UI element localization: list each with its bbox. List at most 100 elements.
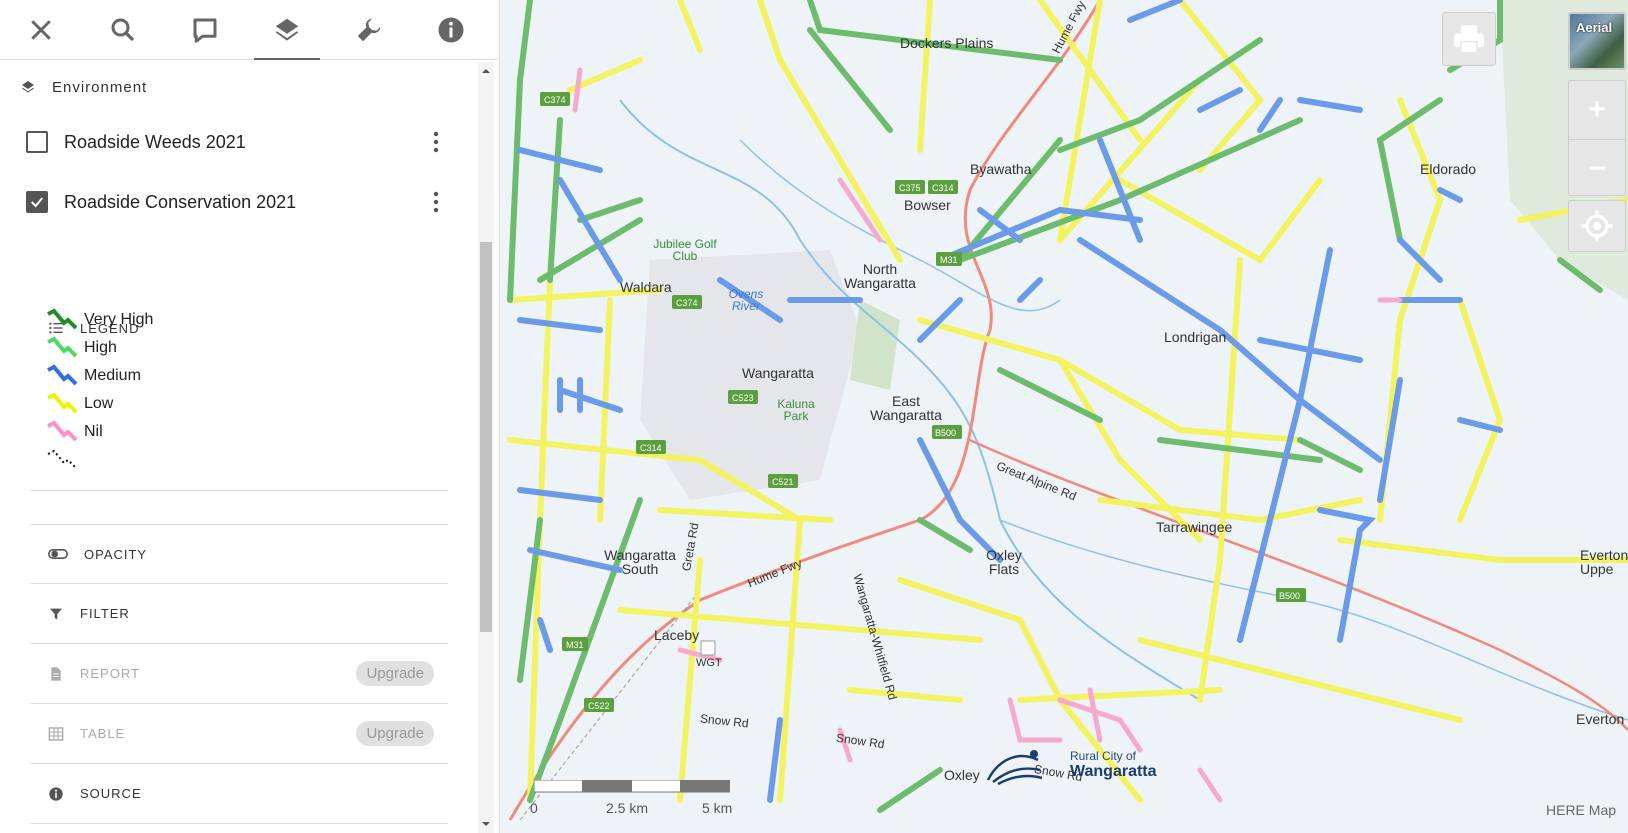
- wrench-icon: [357, 18, 381, 42]
- place-label: Eldorado: [1420, 161, 1477, 177]
- legend-swatch-low: [47, 392, 78, 414]
- legend-swatch-high: [47, 336, 78, 358]
- table-upgrade-button[interactable]: Upgrade: [356, 721, 434, 746]
- place-label: WGT: [696, 657, 722, 669]
- legend-swatch-medium: [47, 364, 78, 386]
- place-label: Everton Uppe: [1580, 547, 1628, 577]
- place-label: Jubilee Golf Club: [653, 237, 717, 263]
- scale-label: 2.5 km: [606, 800, 649, 816]
- more-options-icon[interactable]: [432, 130, 440, 154]
- place-label: Oxley Flats: [986, 547, 1022, 577]
- svg-text:B500: B500: [935, 428, 956, 438]
- svg-text:C314: C314: [932, 183, 954, 193]
- place-label: East Wangaratta: [870, 393, 942, 423]
- opacity-row[interactable]: OPACITY: [30, 524, 448, 584]
- print-button[interactable]: [1442, 12, 1496, 66]
- svg-text:M31: M31: [566, 640, 584, 650]
- layer-row-conservation[interactable]: Roadside Conservation 2021: [0, 172, 500, 232]
- place-label: Everton: [1576, 711, 1625, 727]
- place-label: Laceby: [654, 627, 700, 643]
- legend-swatch-nil: [47, 420, 78, 442]
- svg-text:B500: B500: [1279, 591, 1300, 601]
- scrollbar-thumb[interactable]: [480, 242, 492, 632]
- opacity-label: OPACITY: [84, 546, 148, 562]
- legend-label: Nil: [84, 423, 103, 440]
- crosshair-icon: [1581, 210, 1613, 242]
- search-button[interactable]: [82, 0, 164, 60]
- legend-item: Nil: [46, 418, 153, 446]
- report-row: REPORT Upgrade: [30, 644, 448, 704]
- layer-checkbox-weeds[interactable]: [26, 131, 48, 153]
- swan-logo-icon: [986, 750, 1043, 786]
- place-label: Londrigan: [1164, 329, 1227, 345]
- search-icon: [111, 18, 135, 42]
- map-canvas[interactable]: C374 C374 C523 C314 C521 C375 C314 M31 B…: [500, 0, 1628, 833]
- layer-options: OPACITY FILTER REPORT Upgrade TABLE Upgr…: [30, 524, 448, 824]
- printer-icon: [1454, 25, 1484, 54]
- panel-toolbar: [0, 0, 500, 60]
- council-logo: Rural City of Wangaratta: [978, 740, 1157, 790]
- legend-label: Medium: [84, 367, 141, 384]
- map-credit[interactable]: HERE Map: [1546, 802, 1616, 818]
- legend-swatch-dotted: [47, 449, 77, 469]
- place-label: Waldara: [620, 279, 672, 295]
- table-label: TABLE: [80, 726, 126, 741]
- place-label: Wangaratta: [742, 365, 814, 381]
- locate-button[interactable]: [1568, 200, 1626, 252]
- filter-label: FILTER: [80, 606, 130, 621]
- svg-text:C374: C374: [676, 298, 698, 308]
- legend-label: Low: [84, 395, 114, 412]
- toggle-icon: [48, 549, 68, 559]
- comment-button[interactable]: [164, 0, 246, 60]
- place-label: Tarrawingee: [1156, 519, 1233, 535]
- source-label: SOURCE: [80, 786, 142, 801]
- scroll-up-icon[interactable]: [478, 64, 494, 78]
- filter-icon: [50, 608, 62, 619]
- svg-text:C375: C375: [899, 183, 921, 193]
- logo-line2: Wangaratta: [1070, 763, 1157, 780]
- report-upgrade-button[interactable]: Upgrade: [356, 661, 434, 686]
- place-label: Ovens River: [728, 287, 764, 313]
- scale-label: 5 km: [702, 800, 733, 816]
- place-label: Dockers Plains: [900, 35, 994, 51]
- place-label: Wangaratta South: [604, 547, 676, 577]
- logo-line1: Rural City of: [1070, 749, 1137, 763]
- map-roads-layer: C374 C374 C523 C314 C521 C375 C314 M31 B…: [507, 0, 1628, 821]
- aerial-basemap-button[interactable]: Aerial: [1568, 12, 1626, 70]
- svg-text:C374: C374: [544, 95, 566, 105]
- legend-item: Medium: [46, 362, 153, 390]
- zoom-in-button[interactable]: +: [1569, 81, 1625, 139]
- layers-icon: [22, 81, 34, 93]
- legend-item: [46, 446, 153, 474]
- panel-scrollbar[interactable]: [478, 62, 494, 833]
- zoom-control: + −: [1568, 80, 1626, 196]
- scale-label: 0: [530, 800, 538, 816]
- table-row: TABLE Upgrade: [30, 704, 448, 764]
- more-options-icon[interactable]: [432, 190, 440, 214]
- legend-item: Low: [46, 390, 153, 418]
- filter-row[interactable]: FILTER: [30, 584, 448, 644]
- info-button[interactable]: [410, 0, 492, 60]
- place-label: Bowser: [904, 197, 951, 213]
- layer-row-weeds[interactable]: Roadside Weeds 2021: [0, 112, 500, 172]
- legend-item: High: [46, 334, 153, 362]
- scroll-down-icon[interactable]: [478, 817, 494, 831]
- place-label: Byawatha: [970, 161, 1032, 177]
- zoom-out-button[interactable]: −: [1569, 139, 1625, 197]
- info-icon: [438, 17, 464, 43]
- place-label: North Wangaratta: [844, 261, 916, 291]
- layers-icon: [275, 18, 299, 41]
- legend-item: Very High: [46, 306, 153, 334]
- section-header[interactable]: Environment: [0, 62, 500, 112]
- svg-text:C314: C314: [640, 443, 662, 453]
- close-button[interactable]: [0, 0, 82, 60]
- tools-button[interactable]: [328, 0, 410, 60]
- side-panel: Environment Roadside Weeds 2021 Roadside…: [0, 0, 500, 833]
- layer-name: Roadside Conservation 2021: [64, 191, 297, 212]
- layer-checkbox-conservation[interactable]: [26, 191, 48, 213]
- table-icon: [48, 726, 64, 741]
- svg-text:C523: C523: [732, 393, 754, 403]
- source-row[interactable]: SOURCE: [30, 764, 448, 824]
- layers-button[interactable]: [246, 0, 328, 60]
- scale-bar: [534, 780, 730, 793]
